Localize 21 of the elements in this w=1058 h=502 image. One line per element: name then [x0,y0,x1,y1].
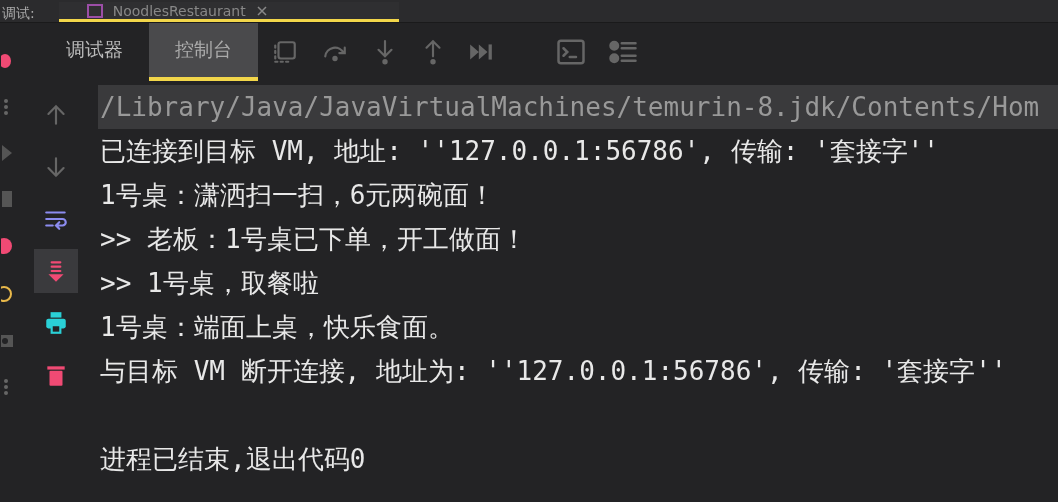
menu-dots-icon[interactable] [4,99,10,115]
console-line: >> 老板：1号桌已下单，开工做面！ [99,223,528,256]
play-icon[interactable] [2,145,12,161]
run-tab[interactable]: NoodlesRestaurant [58,2,399,22]
breakpoint-icon[interactable] [1,237,13,255]
run-label: 调试: [1,4,35,22]
console-line: 已连接到目标 VM, 地址: ''127.0.0.1:56786', 传输: '套接字'' [99,135,940,168]
menu-dots-icon[interactable] [4,379,10,395]
ring-icon[interactable] [1,285,13,303]
debugger-tab[interactable]: 控制台 [149,23,258,81]
console-line: 与目标 VM 断开连接, 地址为: ''127.0.0.1:56786', 传输: '套接字'' [99,355,1008,388]
console-line: 1号桌：潇洒扫一扫，6元两碗面！ [99,179,497,212]
file-icon [86,3,103,18]
frame-select-icon[interactable] [272,39,298,65]
debugger-tab[interactable]: 调试器 [40,23,149,81]
printer-icon[interactable] [43,310,69,336]
console-line: 1号桌：端面上桌，快乐食面。 [99,311,455,344]
close-icon[interactable] [255,4,268,17]
console-line: >> 1号桌，取餐啦 [99,267,320,300]
exit-message: 进程已结束,退出代码0 [99,443,367,476]
terminal-icon[interactable] [556,37,586,67]
